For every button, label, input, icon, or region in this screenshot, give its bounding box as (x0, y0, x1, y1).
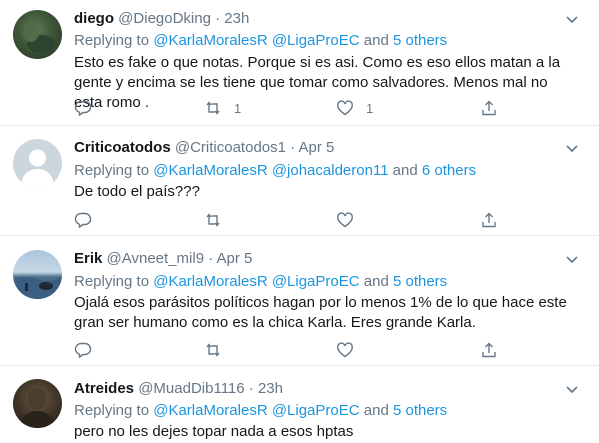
user-handle[interactable]: @Criticoatodos1 (175, 139, 286, 156)
like-button[interactable] (336, 341, 366, 359)
display-name[interactable]: Atreides (74, 380, 134, 397)
display-name[interactable]: diego (74, 10, 114, 27)
replying-prefix: Replying to (74, 273, 154, 290)
timestamp[interactable]: 23h (258, 380, 283, 397)
avatar-photo (13, 276, 62, 299)
retweet-button[interactable] (204, 211, 234, 229)
separator-dot: · (208, 250, 214, 267)
retweet-count: 1 (234, 100, 242, 116)
share-icon (482, 100, 496, 116)
chevron-down-icon[interactable] (565, 12, 579, 26)
replying-and: and (359, 402, 393, 419)
tweet[interactable]: Erik @Avneet_mil9 · Apr 5 Replying to @K… (0, 236, 599, 366)
separator-dot: · (248, 380, 254, 397)
reply-button[interactable] (74, 341, 104, 359)
tweet-actions (74, 211, 514, 231)
replying-and: and (359, 32, 393, 49)
default-avatar-icon (21, 149, 54, 188)
reply-icon (74, 100, 92, 117)
like-icon (337, 342, 353, 358)
tweet[interactable]: diego @DiegoDking · 23h Replying to @Kar… (0, 0, 599, 126)
mentioned-users[interactable]: @KarlaMoralesR @johacalderon11 (153, 162, 388, 179)
replying-to: Replying to @KarlaMoralesR @LigaProEC an… (74, 273, 447, 291)
reply-button[interactable] (74, 211, 104, 229)
mentioned-users[interactable]: @KarlaMoralesR @LigaProEC (153, 273, 359, 290)
replying-prefix: Replying to (74, 32, 154, 49)
chevron-down-icon[interactable] (565, 141, 579, 155)
avatar[interactable] (13, 139, 62, 188)
mentioned-users[interactable]: @KarlaMoralesR @LigaProEC (153, 402, 359, 419)
replying-to: Replying to @KarlaMoralesR @LigaProEC an… (74, 402, 447, 420)
tweet[interactable]: Atreides @MuadDib1116 · 23h Replying to … (0, 366, 599, 443)
like-button[interactable]: 1 (336, 99, 373, 117)
replying-to: Replying to @KarlaMoralesR @LigaProEC an… (74, 32, 447, 50)
tweet[interactable]: Criticoatodos @Criticoatodos1 · Apr 5 Re… (0, 126, 599, 236)
retweet-icon (206, 213, 220, 227)
share-icon (482, 212, 496, 228)
others-link[interactable]: 6 others (422, 162, 476, 179)
mentioned-users[interactable]: @KarlaMoralesR @LigaProEC (153, 32, 359, 49)
replying-and: and (388, 162, 422, 179)
tweet-header: diego @DiegoDking · 23h (74, 10, 249, 28)
replying-prefix: Replying to (74, 402, 154, 419)
avatar[interactable] (13, 10, 62, 59)
retweet-icon (206, 101, 220, 115)
share-button[interactable] (480, 99, 498, 117)
retweet-icon (206, 343, 220, 357)
share-icon (482, 342, 496, 358)
display-name[interactable]: Erik (74, 250, 102, 267)
avatar-photo (23, 22, 55, 53)
user-handle[interactable]: @MuadDib1116 (138, 380, 244, 397)
display-name[interactable]: Criticoatodos (74, 139, 171, 156)
reply-icon (74, 212, 92, 229)
chevron-down-icon[interactable] (565, 252, 579, 266)
tweet-actions: 1 1 (74, 99, 514, 119)
tweet-text: Ojalá esos parásitos políticos hagan por… (74, 294, 567, 331)
reply-button[interactable] (74, 99, 104, 117)
replying-prefix: Replying to (74, 162, 154, 179)
retweet-button[interactable]: 1 (204, 99, 241, 117)
retweet-button[interactable] (204, 341, 234, 359)
reply-icon (74, 342, 92, 359)
share-button[interactable] (480, 211, 498, 229)
tweet-text: pero no les dejes topar nada a esos hpta… (74, 423, 354, 440)
others-link[interactable]: 5 others (393, 402, 447, 419)
avatar-photo (19, 388, 56, 428)
user-handle[interactable]: @Avneet_mil9 (107, 250, 205, 267)
like-count: 1 (366, 100, 374, 116)
avatar[interactable] (13, 379, 62, 428)
others-link[interactable]: 5 others (393, 273, 447, 290)
timestamp[interactable]: Apr 5 (217, 250, 253, 267)
separator-dot: · (215, 10, 221, 27)
replying-and: and (359, 273, 393, 290)
timestamp[interactable]: Apr 5 (298, 139, 334, 156)
tweet-header: Atreides @MuadDib1116 · 23h (74, 380, 283, 398)
tweet-text: De todo el país??? (74, 183, 200, 200)
tweet-actions (74, 341, 514, 361)
tweet-header: Erik @Avneet_mil9 · Apr 5 (74, 250, 252, 268)
like-button[interactable] (336, 211, 366, 229)
user-handle[interactable]: @DiegoDking (118, 10, 211, 27)
chevron-down-icon[interactable] (565, 382, 579, 396)
share-button[interactable] (480, 341, 498, 359)
replying-to: Replying to @KarlaMoralesR @johacalderon… (74, 162, 476, 180)
like-icon (337, 212, 353, 228)
separator-dot: · (290, 139, 296, 156)
tweet-header: Criticoatodos @Criticoatodos1 · Apr 5 (74, 139, 334, 157)
like-icon (337, 100, 353, 116)
avatar[interactable] (13, 250, 62, 299)
others-link[interactable]: 5 others (393, 32, 447, 49)
timestamp[interactable]: 23h (224, 10, 249, 27)
